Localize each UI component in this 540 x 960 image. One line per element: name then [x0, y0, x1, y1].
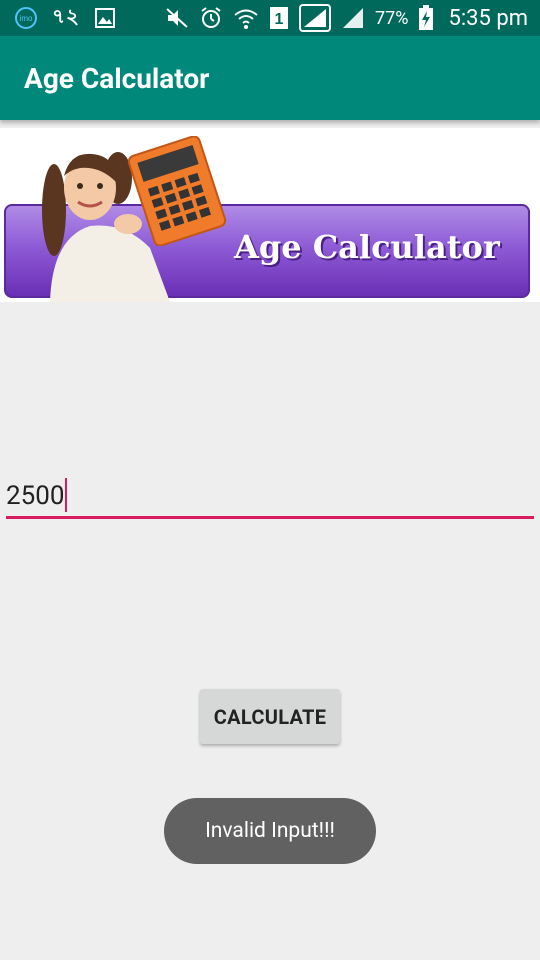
status-bar: imo ৭২ 1 77% 5:35 pm — [0, 0, 540, 36]
clock: 5:35 pm — [448, 5, 528, 31]
toast-message: Invalid Input!!! — [164, 798, 376, 864]
alarm-icon — [199, 6, 223, 30]
age-input-value[interactable]: 2500 — [6, 478, 68, 514]
svg-text:1: 1 — [275, 11, 284, 28]
banner-image: Age Calculator — [0, 128, 540, 302]
status-bar-left: imo ৭২ — [14, 4, 116, 32]
calculate-button[interactable]: CALCULATE — [200, 689, 340, 744]
wifi-icon — [233, 6, 259, 30]
battery-charging-icon — [418, 5, 434, 31]
app-title: Age Calculator — [24, 62, 210, 95]
sim1-icon: 1 — [269, 6, 289, 30]
battery-percent: 77% — [375, 7, 409, 29]
signal2-icon — [341, 6, 365, 30]
status-bar-right: 1 77% 5:35 pm — [165, 4, 528, 32]
mute-icon — [165, 6, 189, 30]
text-cursor — [65, 478, 68, 512]
notification-count: ৭২ — [52, 3, 81, 28]
imo-icon: imo — [14, 6, 38, 30]
input-underline — [6, 516, 534, 519]
app-bar: Age Calculator — [0, 36, 540, 120]
signal-icon — [299, 4, 332, 32]
calculator-illustration — [127, 136, 227, 246]
svg-text:imo: imo — [20, 14, 33, 23]
age-input-field[interactable]: 2500 — [6, 470, 534, 520]
gallery-icon — [94, 7, 116, 29]
banner-title: Age Calculator — [234, 228, 500, 266]
